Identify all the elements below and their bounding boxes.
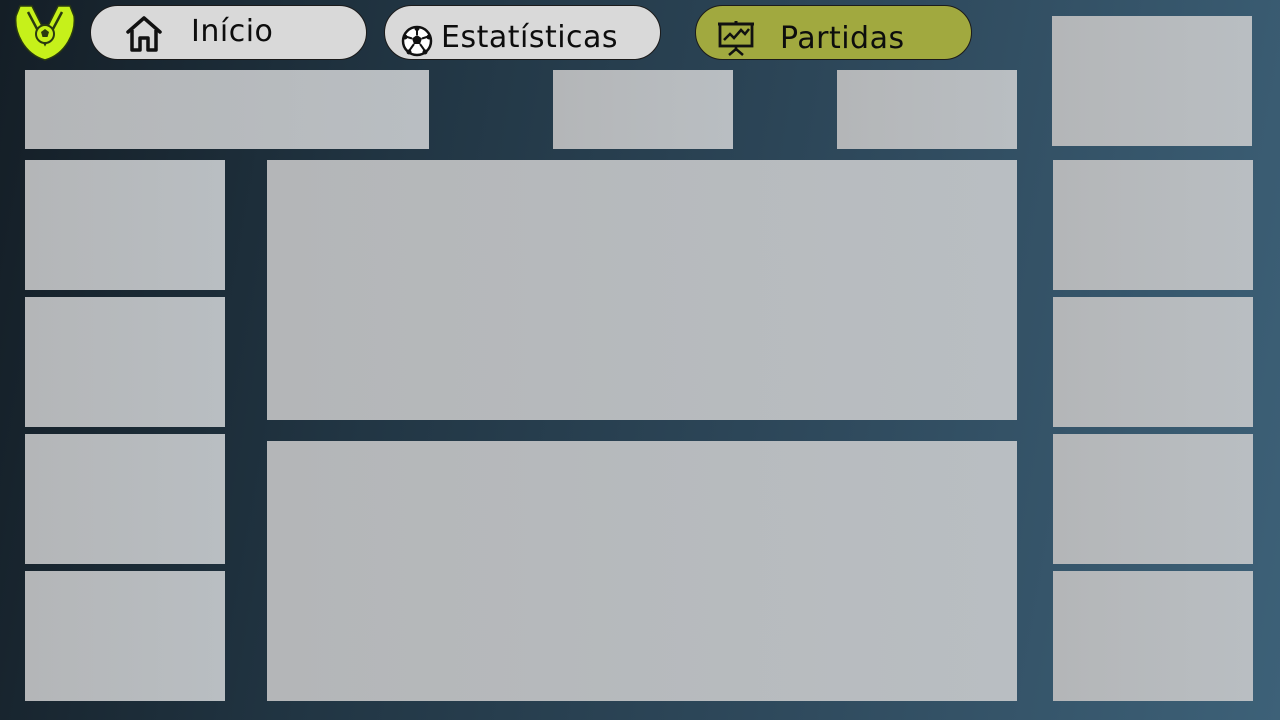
right-card-4	[1053, 571, 1253, 701]
soccer-ball-icon	[401, 25, 433, 57]
top-card-right	[837, 70, 1017, 149]
right-card-3	[1053, 434, 1253, 564]
left-card-1	[25, 160, 225, 290]
top-card-wide	[25, 70, 429, 149]
corner-card	[1052, 16, 1252, 146]
main-panel-top	[267, 160, 1017, 420]
left-card-3	[25, 434, 225, 564]
right-card-2	[1053, 297, 1253, 427]
top-card-middle	[553, 70, 733, 149]
league-logo-icon[interactable]	[14, 2, 76, 62]
nav-button-estatisticas[interactable]: Estatísticas	[384, 5, 661, 60]
presentation-chart-icon	[716, 20, 756, 56]
nav-label-inicio: Início	[191, 14, 274, 49]
nav-button-partidas[interactable]: Partidas	[695, 5, 972, 60]
home-icon	[124, 15, 164, 53]
main-panel-bottom	[267, 441, 1017, 701]
nav-label-estatisticas: Estatísticas	[441, 20, 619, 55]
left-card-4	[25, 571, 225, 701]
nav-button-inicio[interactable]: Início	[90, 5, 367, 60]
left-card-2	[25, 297, 225, 427]
right-card-1	[1053, 160, 1253, 290]
nav-label-partidas: Partidas	[780, 21, 905, 56]
